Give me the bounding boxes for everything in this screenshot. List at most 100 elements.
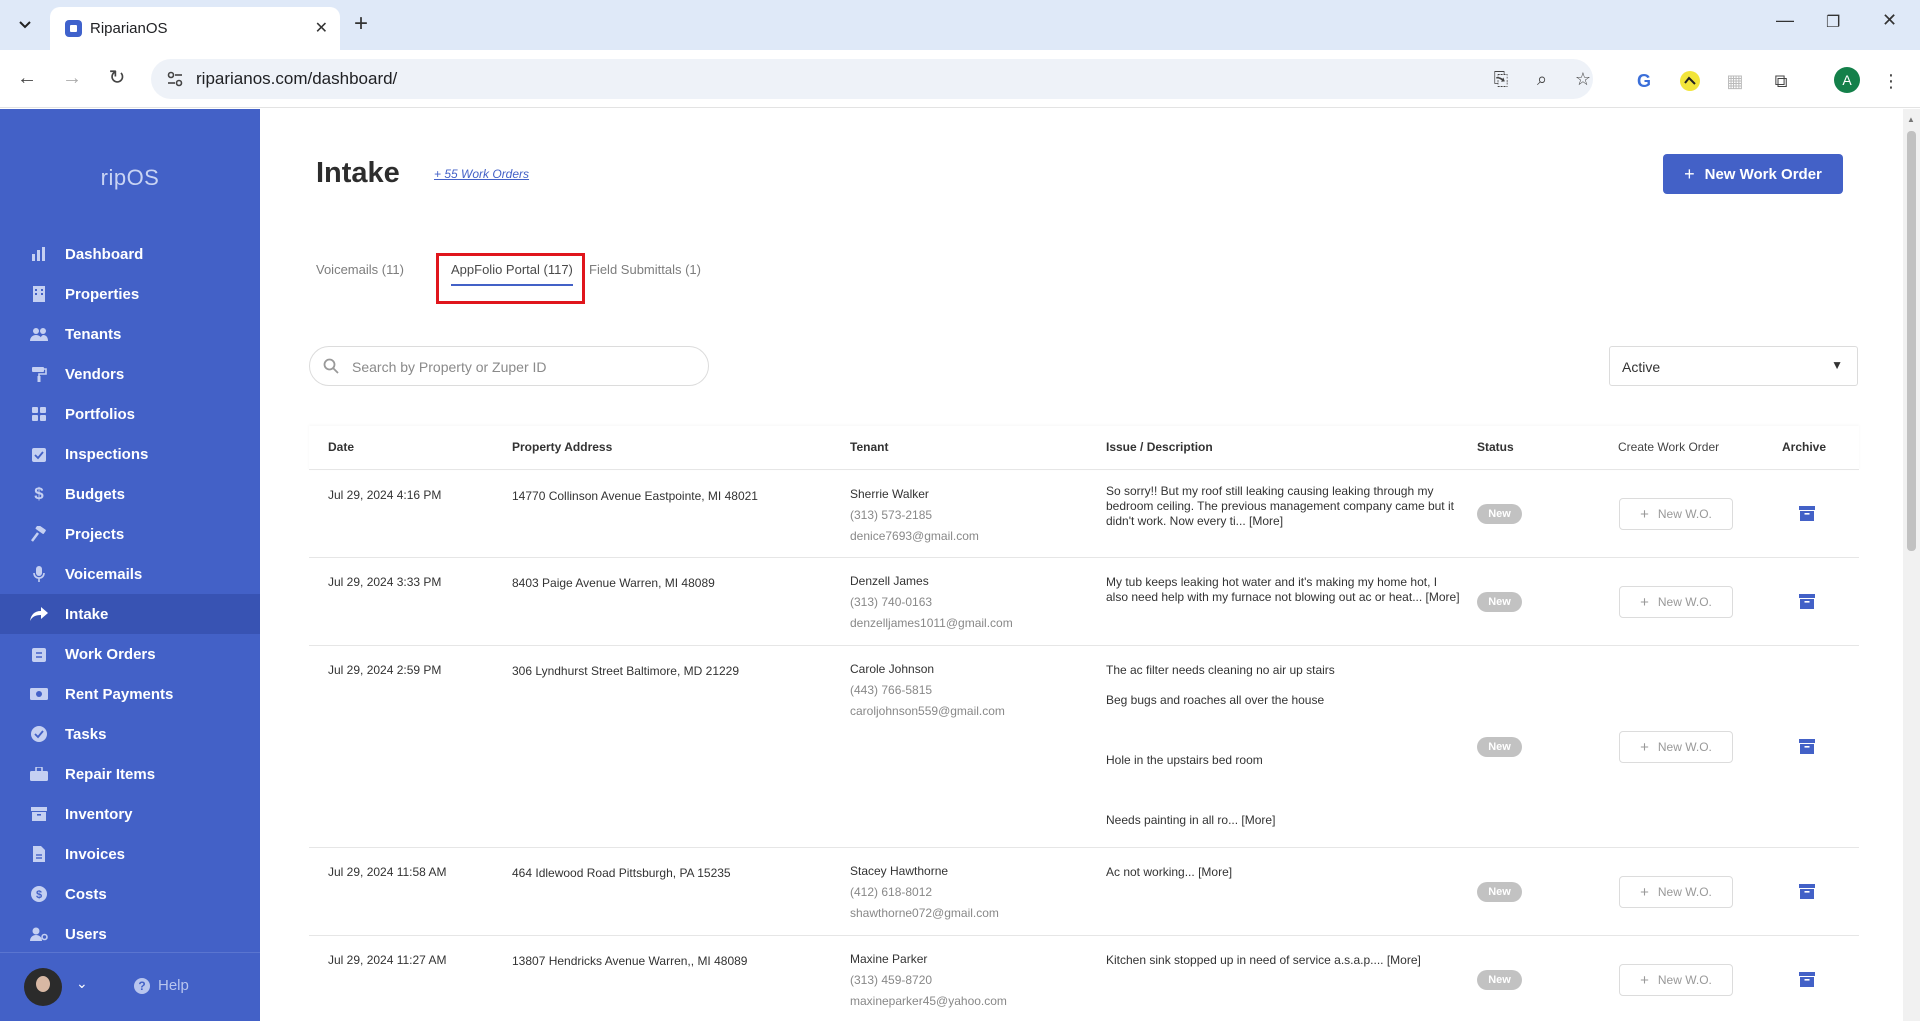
- browser-tab[interactable]: RiparianOS ✕: [50, 7, 340, 50]
- sidebar-item-tenants[interactable]: Tenants: [0, 314, 260, 354]
- new-work-order-button[interactable]: + New Work Order: [1663, 154, 1843, 194]
- archive-icon[interactable]: [1799, 972, 1815, 987]
- paint-roller-icon: [30, 365, 48, 383]
- table-row[interactable]: Jul 29, 2024 3:33 PM 8403 Paige Avenue W…: [309, 558, 1859, 646]
- chevron-down-icon: ▼: [1831, 358, 1843, 372]
- clipboard-list-icon: [30, 645, 48, 663]
- back-icon[interactable]: ←: [13, 64, 41, 92]
- close-tab-icon[interactable]: ✕: [315, 18, 328, 38]
- sidebar-item-tasks[interactable]: Tasks: [0, 714, 260, 754]
- microphone-icon: [30, 565, 48, 583]
- search-input[interactable]: [352, 355, 692, 379]
- new-wo-button[interactable]: + New W.O.: [1619, 876, 1733, 908]
- sidebar-item-invoices[interactable]: Invoices: [0, 834, 260, 874]
- sidebar-item-projects[interactable]: Projects: [0, 514, 260, 554]
- clipboard-check-icon: [30, 445, 48, 463]
- new-tab-icon[interactable]: +: [354, 12, 368, 36]
- table-row[interactable]: Jul 29, 2024 11:27 AM 13807 Hendricks Av…: [309, 936, 1859, 1021]
- header-date[interactable]: Date: [328, 440, 354, 454]
- more-link[interactable]: [More]: [1198, 865, 1232, 879]
- more-link[interactable]: [More]: [1249, 514, 1283, 528]
- new-wo-button[interactable]: + New W.O.: [1619, 586, 1733, 618]
- address-bar[interactable]: riparianos.com/dashboard/ ⎘ ⌕ ☆: [151, 59, 1593, 99]
- row-issue: My tub keeps leaking hot water and it's …: [1106, 575, 1460, 605]
- sidebar-item-properties[interactable]: Properties: [0, 274, 260, 314]
- sidebar-item-users[interactable]: Users: [0, 914, 260, 954]
- work-orders-link[interactable]: + 55 Work Orders: [434, 167, 529, 181]
- tab-voicemails[interactable]: Voicemails (11): [316, 262, 404, 277]
- browser-menu-icon[interactable]: ⋮: [1880, 70, 1902, 92]
- sidebar-item-intake[interactable]: Intake: [0, 594, 260, 634]
- archive-icon[interactable]: [1799, 506, 1815, 521]
- status-badge: New: [1477, 737, 1522, 757]
- more-link[interactable]: [More]: [1387, 953, 1421, 967]
- user-avatar[interactable]: [24, 968, 62, 1006]
- sidebar-footer: ⌄ ? Help: [0, 952, 260, 1021]
- header-issue[interactable]: Issue / Description: [1106, 440, 1213, 454]
- toolbox-icon: [30, 765, 48, 783]
- help-link[interactable]: ? Help: [134, 977, 189, 994]
- issue-text: My tub keeps leaking hot water and it's …: [1106, 575, 1438, 604]
- more-link[interactable]: [More]: [1241, 813, 1275, 827]
- row-address[interactable]: 14770 Collinson Avenue Eastpointe, MI 48…: [512, 489, 758, 503]
- scroll-up-icon[interactable]: ▲: [1907, 115, 1915, 124]
- sidebar-item-portfolios[interactable]: Portfolios: [0, 394, 260, 434]
- status-filter-select[interactable]: Active ▼: [1609, 346, 1858, 386]
- new-wo-button[interactable]: + New W.O.: [1619, 964, 1733, 996]
- new-wo-button[interactable]: + New W.O.: [1619, 731, 1733, 763]
- translate-extension-icon[interactable]: G: [1633, 70, 1655, 92]
- sidebar-item-label: Vendors: [65, 365, 125, 383]
- status-badge: New: [1477, 504, 1522, 524]
- header-status[interactable]: Status: [1477, 440, 1514, 454]
- forward-icon[interactable]: →: [58, 64, 86, 92]
- sidebar-item-repair-items[interactable]: Repair Items: [0, 754, 260, 794]
- scrollbar-thumb[interactable]: [1907, 131, 1916, 551]
- row-address[interactable]: 306 Lyndhurst Street Baltimore, MD 21229: [512, 664, 739, 678]
- profile-avatar[interactable]: A: [1834, 67, 1860, 93]
- tab-search-button[interactable]: [11, 12, 39, 38]
- close-window-icon[interactable]: ✕: [1882, 10, 1897, 31]
- sidebar-item-costs[interactable]: $ Costs: [0, 874, 260, 914]
- row-address[interactable]: 13807 Hendricks Avenue Warren,, MI 48089: [512, 954, 747, 968]
- minimize-icon[interactable]: —: [1776, 10, 1794, 31]
- extensions-puzzle-icon[interactable]: ⧉: [1770, 70, 1792, 92]
- more-link[interactable]: [More]: [1426, 590, 1460, 604]
- app-logo[interactable]: ripOS: [0, 165, 260, 191]
- sidebar-item-label: Work Orders: [65, 645, 156, 663]
- new-wo-button[interactable]: + New W.O.: [1619, 498, 1733, 530]
- sidebar-item-inventory[interactable]: Inventory: [0, 794, 260, 834]
- extension-icon[interactable]: [1679, 70, 1701, 92]
- sidebar-item-vendors[interactable]: Vendors: [0, 354, 260, 394]
- issue-text: The ac filter needs cleaning no air up s…: [1106, 663, 1335, 677]
- sidebar-item-work-orders[interactable]: Work Orders: [0, 634, 260, 674]
- search-box[interactable]: [309, 346, 709, 386]
- tab-field-submittals[interactable]: Field Submittals (1): [589, 262, 701, 277]
- chevron-down-icon[interactable]: ⌄: [76, 975, 88, 992]
- archive-icon[interactable]: [1799, 594, 1815, 609]
- row-tenant: Denzell James (313) 740-0163 denzelljame…: [850, 574, 1013, 630]
- install-app-icon[interactable]: ⎘: [1490, 68, 1512, 90]
- page-scrollbar[interactable]: ▲: [1903, 109, 1920, 1021]
- sidebar-item-budgets[interactable]: $ Budgets: [0, 474, 260, 514]
- bookmark-star-icon[interactable]: ☆: [1572, 68, 1594, 90]
- table-row[interactable]: Jul 29, 2024 2:59 PM 306 Lyndhurst Stree…: [309, 646, 1859, 848]
- header-address[interactable]: Property Address: [512, 440, 612, 454]
- sidebar-item-voicemails[interactable]: Voicemails: [0, 554, 260, 594]
- sidebar-item-dashboard[interactable]: Dashboard: [0, 234, 260, 274]
- extension-icon[interactable]: ▦: [1724, 70, 1746, 92]
- sidebar-item-inspections[interactable]: Inspections: [0, 434, 260, 474]
- header-tenant[interactable]: Tenant: [850, 440, 888, 454]
- row-address[interactable]: 464 Idlewood Road Pittsburgh, PA 15235: [512, 866, 731, 880]
- sidebar-item-rent-payments[interactable]: Rent Payments: [0, 674, 260, 714]
- row-address[interactable]: 8403 Paige Avenue Warren, MI 48089: [512, 576, 715, 590]
- archive-icon[interactable]: [1799, 739, 1815, 754]
- reload-icon[interactable]: ↻: [103, 64, 131, 92]
- table-row[interactable]: Jul 29, 2024 4:16 PM 14770 Collinson Ave…: [309, 470, 1859, 558]
- site-info-icon[interactable]: [165, 69, 185, 89]
- zoom-icon[interactable]: ⌕: [1531, 68, 1553, 90]
- sidebar-item-label: Repair Items: [65, 765, 156, 783]
- restore-icon[interactable]: ❐: [1826, 12, 1840, 32]
- dollar-icon: $: [34, 484, 44, 503]
- table-row[interactable]: Jul 29, 2024 11:58 AM 464 Idlewood Road …: [309, 848, 1859, 936]
- archive-icon[interactable]: [1799, 884, 1815, 899]
